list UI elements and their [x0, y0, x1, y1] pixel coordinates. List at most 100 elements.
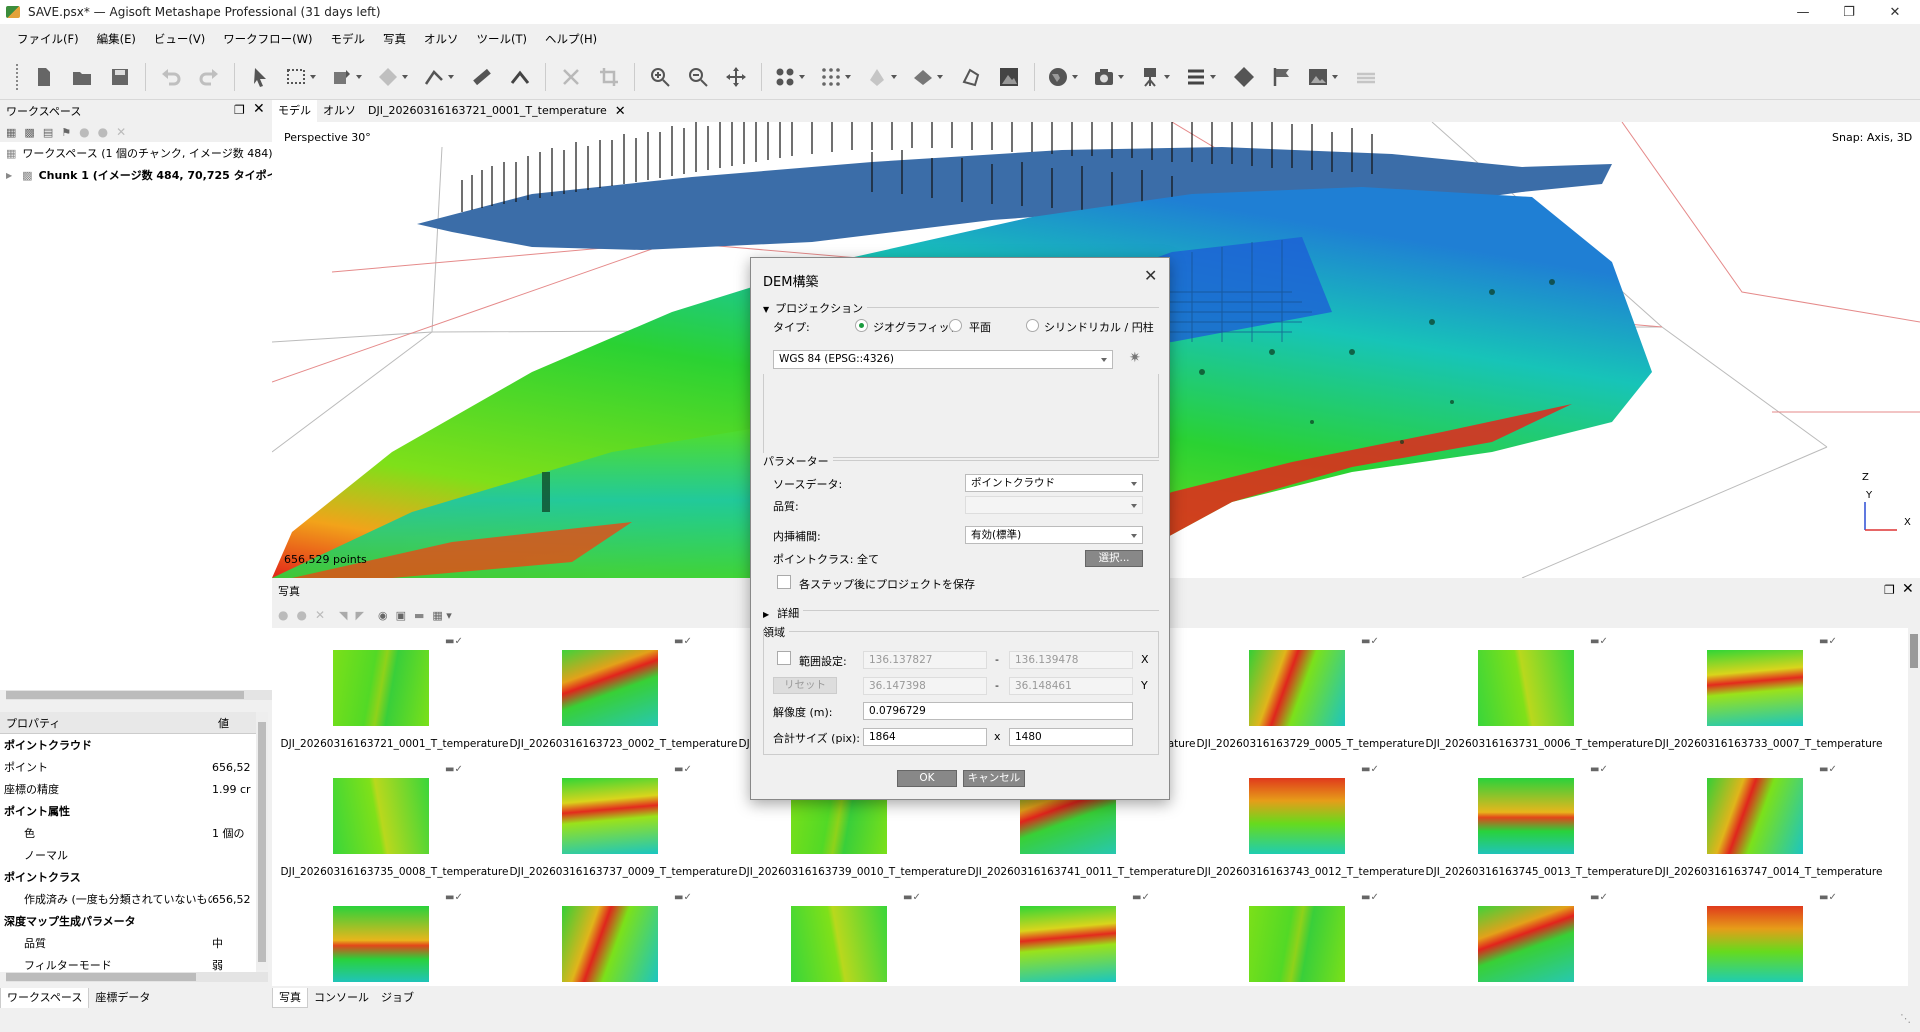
photo-thumbnail[interactable]: ▬✓ [1425, 884, 1654, 986]
add-marker-icon[interactable]: ⚑ [61, 126, 71, 139]
navigation-cursor-icon[interactable] [247, 64, 273, 90]
flag-icon[interactable] [1269, 64, 1295, 90]
photo-thumbnail[interactable]: ▬✓ [1654, 884, 1883, 986]
region-resize-icon[interactable] [331, 64, 365, 90]
interpolation-select[interactable]: 有効(標準) [965, 526, 1143, 544]
view-mode-icon[interactable]: ▦ ▾ [432, 609, 451, 622]
layers-icon[interactable] [1353, 64, 1379, 90]
ok-button[interactable]: OK [897, 770, 957, 787]
zoom-in-icon[interactable] [647, 64, 673, 90]
photo-thumbnail[interactable]: ▬✓ DJI_20260316163721_0001_T_temperature [280, 628, 509, 756]
crop-selection-icon[interactable] [596, 64, 622, 90]
undock-icon[interactable]: ❐ [1884, 583, 1895, 597]
photo-thumbnail[interactable]: ▬✓ [738, 884, 967, 986]
menu-tools[interactable]: ツール(T) [468, 24, 537, 54]
camera-icon[interactable] [1093, 64, 1127, 90]
close-panel-icon[interactable]: ✕ [1902, 581, 1914, 597]
projection-group-title[interactable]: ▼ プロジェクション [763, 300, 868, 316]
menu-ortho[interactable]: オルソ [415, 24, 468, 54]
binoculars-icon[interactable]: ◉ [378, 609, 388, 622]
show-shapes-icon[interactable] [958, 64, 984, 90]
undo-icon[interactable] [158, 64, 184, 90]
close-panel-icon[interactable]: ✕ [253, 101, 265, 117]
photo-thumbnail[interactable]: ▬✓ DJI_20260316163723_0002_T_temperature [509, 628, 738, 756]
type-planar-radio[interactable] [949, 319, 962, 332]
tab-ortho[interactable]: オルソ [317, 100, 362, 122]
move-object-icon[interactable] [377, 64, 411, 90]
expand-arrow-icon[interactable]: ▶ [6, 171, 12, 180]
close-tab-icon[interactable]: ✕ [615, 104, 626, 119]
open-folder-icon[interactable] [69, 64, 95, 90]
type-geographic-label[interactable]: ジオグラフィック [873, 319, 961, 335]
reset-view-icon[interactable] [723, 64, 749, 90]
camera-tripod-icon[interactable] [1139, 64, 1173, 90]
property-row[interactable]: 深度マップ生成パラメータ [0, 910, 256, 932]
photo-thumbnail[interactable]: ▬✓ DJI_20260316163731_0006_T_temperature [1425, 628, 1654, 756]
remove-camera-icon[interactable]: ✕ [315, 608, 325, 622]
rotate-right-icon[interactable]: ◤ [356, 609, 364, 622]
tab-reference[interactable]: 座標データ [89, 988, 156, 1009]
type-cylindrical-label[interactable]: シリンドリカル / 円柱 [1044, 319, 1154, 335]
maximize-button[interactable]: ❐ [1826, 0, 1872, 24]
select-classes-button[interactable]: 選択... [1085, 550, 1143, 567]
menu-edit[interactable]: 編集(E) [88, 24, 145, 54]
photo-thumbnail[interactable]: ▬✓ [1196, 884, 1425, 986]
zoom-out-icon[interactable] [685, 64, 711, 90]
menu-view[interactable]: ビュー(V) [145, 24, 214, 54]
image-view-icon[interactable] [1307, 64, 1341, 90]
photo-thumbnail[interactable]: ▬✓ [967, 884, 1196, 986]
property-row[interactable]: フィルターモード 弱 [0, 954, 256, 972]
property-row[interactable]: 作成済み (一度も分類されていないもの) 656,52 [0, 888, 256, 910]
workspace-hscroll[interactable] [6, 690, 272, 700]
rotate-left-icon[interactable]: ◥ [339, 609, 347, 622]
photo-thumbnail[interactable]: ▬✓ DJI_20260316163743_0012_T_temperature [1196, 756, 1425, 884]
enable-icon[interactable]: ● [79, 125, 89, 139]
properties-hscroll[interactable] [6, 972, 268, 982]
tab-photos[interactable]: 写真 [272, 988, 308, 1008]
show-cameras-icon[interactable] [774, 64, 808, 90]
property-row[interactable]: ポイントクラウド [0, 734, 256, 756]
menu-photo[interactable]: 写真 [374, 24, 415, 54]
menu-model[interactable]: モデル [322, 24, 375, 54]
redo-icon[interactable] [196, 64, 222, 90]
source-data-select[interactable]: ポイントクラウド [965, 474, 1143, 492]
close-window-button[interactable]: ✕ [1872, 0, 1918, 24]
show-points-icon[interactable] [820, 64, 854, 90]
diamond-view-icon[interactable] [1231, 64, 1257, 90]
add-chunk-icon[interactable]: ▦ [6, 126, 16, 139]
delete-selection-icon[interactable] [558, 64, 584, 90]
photo-thumbnail[interactable]: ▬✓ DJI_20260316163745_0013_T_temperature [1425, 756, 1654, 884]
draw-line-icon[interactable] [507, 64, 533, 90]
resize-grip-icon[interactable]: ⋱ [1900, 1012, 1911, 1025]
properties-vscroll[interactable] [256, 712, 268, 970]
show-mesh-icon[interactable] [912, 64, 946, 90]
property-row[interactable]: 品質 中 [0, 932, 256, 954]
photo-thumbnail[interactable]: ▬✓ DJI_20260316163729_0005_T_temperature [1196, 628, 1425, 756]
save-icon[interactable] [107, 64, 133, 90]
chunk-item[interactable]: ▶ ▩ Chunk 1 (イメージ数 484, 70,725 タイポイント) [0, 164, 305, 186]
property-row[interactable]: ポイント属性 [0, 800, 256, 822]
photo-thumbnail[interactable]: ▬✓ DJI_20260316163747_0014_T_temperature [1654, 756, 1883, 884]
tab-model[interactable]: モデル [272, 100, 317, 122]
list-menu-icon[interactable] [1185, 64, 1219, 90]
crs-select[interactable]: WGS 84 (EPSG::4326) [773, 350, 1113, 369]
toolbar-grip[interactable] [16, 63, 19, 90]
photo-thumbnail[interactable]: ▬✓ [509, 884, 738, 986]
photo-thumbnail[interactable]: ▬✓ DJI_20260316163733_0007_T_temperature [1654, 628, 1883, 756]
save-after-step-label[interactable]: 各ステップ後にプロジェクトを保存 [799, 576, 975, 592]
type-cylindrical-radio[interactable] [1026, 319, 1039, 332]
menu-workflow[interactable]: ワークフロー(W) [214, 24, 321, 54]
photo-thumbnail[interactable]: ▬✓ DJI_20260316163735_0008_T_temperature [280, 756, 509, 884]
undock-icon[interactable]: ❐ [234, 103, 245, 117]
image-icon[interactable]: ▬ [414, 609, 424, 622]
advanced-group-title[interactable]: ▶ 詳細 [763, 605, 804, 621]
tab-photo-view[interactable]: DJI_20260316163721_0001_T_temperature [362, 100, 613, 122]
save-after-step-checkbox[interactable] [777, 575, 791, 589]
rectangle-selection-icon[interactable] [285, 64, 319, 90]
tab-console[interactable]: コンソール [308, 988, 375, 1008]
crs-settings-icon[interactable]: ✷ [1129, 350, 1141, 366]
disable-icon[interactable]: ● [98, 125, 108, 139]
enable-camera-icon[interactable]: ● [278, 608, 288, 622]
add-folder-icon[interactable]: ▤ [43, 126, 53, 139]
ruler-icon[interactable] [469, 64, 495, 90]
